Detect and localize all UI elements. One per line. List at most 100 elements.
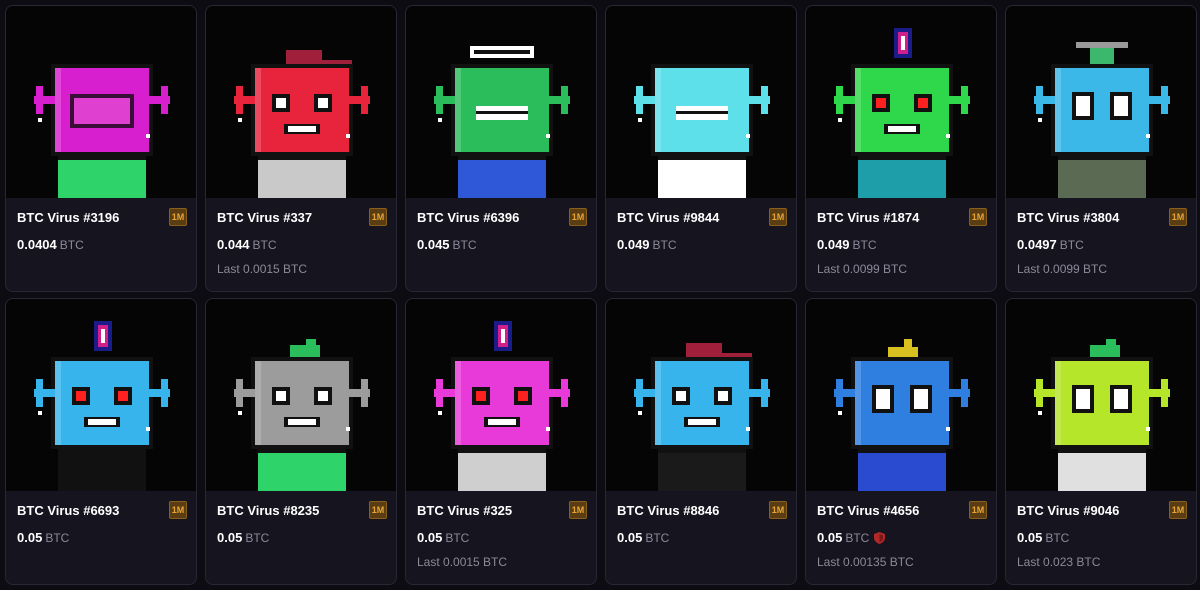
collection-badge: 1M: [769, 208, 787, 226]
nft-name[interactable]: BTC Virus #1874: [817, 210, 919, 225]
price-amount: 0.049: [617, 237, 650, 252]
price-currency: BTC: [45, 531, 70, 545]
nft-name[interactable]: BTC Virus #325: [417, 503, 512, 518]
price-currency: BTC: [245, 531, 270, 545]
price-amount: 0.044: [217, 237, 250, 252]
nft-price: 0.049 BTC: [817, 237, 877, 252]
nft-card[interactable]: BTC Virus #325 1M 0.05 BTC Last 0.0015 BTC: [405, 298, 597, 585]
nft-image[interactable]: [606, 299, 796, 491]
nft-name[interactable]: BTC Virus #6396: [417, 210, 519, 225]
nft-image[interactable]: [6, 6, 196, 198]
nft-price: 0.05 BTC: [1017, 530, 1069, 545]
card-info: BTC Virus #8846 1M 0.05 BTC: [606, 491, 796, 584]
price-currency: BTC: [645, 531, 670, 545]
price-amount: 0.05: [17, 530, 43, 545]
nft-image[interactable]: [406, 6, 596, 198]
nft-card[interactable]: BTC Virus #1874 1M 0.049 BTC Last 0.0099 BTC: [805, 5, 997, 292]
card-info: BTC Virus #3196 1M 0.0404 BTC: [6, 198, 196, 291]
nft-image[interactable]: [1006, 299, 1196, 491]
collection-badge: 1M: [169, 208, 187, 226]
collection-badge: 1M: [969, 208, 987, 226]
nft-card[interactable]: BTC Virus #4656 1M 0.05 BTC Last 0.00135 BTC: [805, 298, 997, 585]
card-info: BTC Virus #337 1M 0.044 BTC Last 0.0015 BTC: [206, 198, 396, 291]
nft-card[interactable]: BTC Virus #3804 1M 0.0497 BTC Last 0.0099 BT…: [1005, 5, 1197, 292]
nft-name[interactable]: BTC Virus #9844: [617, 210, 719, 225]
price-currency: BTC: [852, 238, 877, 252]
nft-name[interactable]: BTC Virus #6693: [17, 503, 119, 518]
last-sale: Last 0.0015 BTC: [217, 262, 308, 276]
collection-badge: 1M: [1169, 208, 1187, 226]
nft-image[interactable]: [206, 6, 396, 198]
nft-card[interactable]: BTC Virus #9046 1M 0.05 BTC Last 0.023 BTC: [1005, 298, 1197, 585]
price-amount: 0.0497: [1017, 237, 1057, 252]
nft-price: 0.0497 BTC: [1017, 237, 1084, 252]
collection-badge: 1M: [369, 501, 387, 519]
last-sale: Last 0.00135 BTC: [817, 555, 914, 569]
price-amount: 0.05: [617, 530, 643, 545]
robot-ice-avatar: [634, 64, 770, 198]
robot-cap-avatar: [234, 50, 370, 198]
collection-badge: 1M: [569, 501, 587, 519]
collection-badge: 1M: [969, 501, 987, 519]
nft-name[interactable]: BTC Virus #337: [217, 210, 312, 225]
nft-card[interactable]: BTC Virus #8846 1M 0.05 BTC: [605, 298, 797, 585]
nft-price: 0.05 BTC: [17, 530, 69, 545]
card-info: BTC Virus #1874 1M 0.049 BTC Last 0.0099 BTC: [806, 198, 996, 291]
nft-name[interactable]: BTC Virus #3196: [17, 210, 119, 225]
collection-badge: 1M: [169, 501, 187, 519]
card-info: BTC Virus #9844 1M 0.049 BTC: [606, 198, 796, 291]
nft-name[interactable]: BTC Virus #8846: [617, 503, 719, 518]
card-info: BTC Virus #4656 1M 0.05 BTC Last 0.00135 BTC: [806, 491, 996, 584]
nft-price: 0.05 BTC: [417, 530, 469, 545]
card-info: BTC Virus #3804 1M 0.0497 BTC Last 0.0099 BT…: [1006, 198, 1196, 291]
robot-ufo-avatar: [1034, 42, 1170, 198]
nft-grid: BTC Virus #3196 1M 0.0404 BTC BTC Virus #337…: [5, 5, 1197, 585]
nft-price: 0.05 BTC: [617, 530, 669, 545]
nft-name[interactable]: BTC Virus #4656: [817, 503, 919, 518]
price-currency: BTC: [845, 531, 870, 545]
nft-image[interactable]: [806, 6, 996, 198]
last-sale: Last 0.023 BTC: [1017, 555, 1101, 569]
nft-card[interactable]: BTC Virus #8235 1M 0.05 BTC: [205, 298, 397, 585]
nft-card[interactable]: BTC Virus #6396 1M 0.045 BTC: [405, 5, 597, 292]
price-currency: BTC: [59, 238, 84, 252]
nft-price: 0.05 BTC: [817, 530, 886, 545]
nft-name[interactable]: BTC Virus #3804: [1017, 210, 1119, 225]
price-currency: BTC: [1045, 531, 1070, 545]
price-currency: BTC: [445, 531, 470, 545]
nft-name[interactable]: BTC Virus #8235: [217, 503, 319, 518]
nft-image[interactable]: [406, 299, 596, 491]
nft-image[interactable]: [606, 6, 796, 198]
robot-cap-avatar: [634, 343, 770, 491]
robot-404-avatar: [34, 64, 170, 198]
collection-badge: 1M: [769, 501, 787, 519]
price-amount: 0.049: [817, 237, 850, 252]
card-info: BTC Virus #8235 1M 0.05 BTC: [206, 491, 396, 584]
robot-zombie-avatar: [434, 46, 570, 198]
price-currency: BTC: [252, 238, 277, 252]
robot-mohawk-avatar: [1034, 339, 1170, 491]
nft-image[interactable]: [1006, 6, 1196, 198]
price-amount: 0.05: [217, 530, 243, 545]
nft-image[interactable]: [206, 299, 396, 491]
card-info: BTC Virus #6396 1M 0.045 BTC: [406, 198, 596, 291]
nft-card[interactable]: BTC Virus #3196 1M 0.0404 BTC: [5, 5, 197, 292]
card-info: BTC Virus #6693 1M 0.05 BTC: [6, 491, 196, 584]
last-sale: Last 0.0099 BTC: [1017, 262, 1108, 276]
shield-icon: [874, 532, 886, 544]
robot-flame-avatar: [34, 321, 170, 491]
nft-card[interactable]: BTC Virus #9844 1M 0.049 BTC: [605, 5, 797, 292]
nft-image[interactable]: [806, 299, 996, 491]
nft-price: 0.0404 BTC: [17, 237, 84, 252]
last-sale: Last 0.0015 BTC: [417, 555, 508, 569]
nft-card[interactable]: BTC Virus #337 1M 0.044 BTC Last 0.0015 BTC: [205, 5, 397, 292]
card-info: BTC Virus #9046 1M 0.05 BTC Last 0.023 BTC: [1006, 491, 1196, 584]
nft-image[interactable]: [6, 299, 196, 491]
nft-price: 0.044 BTC: [217, 237, 277, 252]
nft-card[interactable]: BTC Virus #6693 1M 0.05 BTC: [5, 298, 197, 585]
nft-name[interactable]: BTC Virus #9046: [1017, 503, 1119, 518]
collection-badge: 1M: [369, 208, 387, 226]
robot-flame-avatar: [434, 321, 570, 491]
nft-price: 0.05 BTC: [217, 530, 269, 545]
price-currency: BTC: [652, 238, 677, 252]
